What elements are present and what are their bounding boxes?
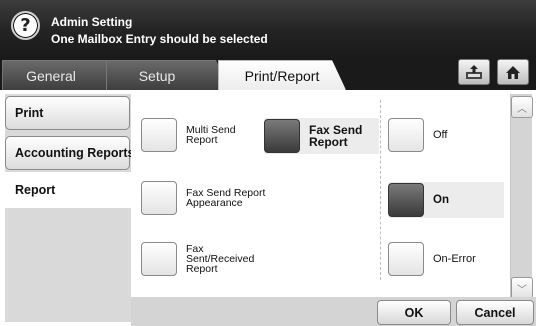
option-label: Fax Send Report	[309, 123, 363, 149]
option-button-selected[interactable]	[264, 119, 300, 153]
option-label: On	[433, 194, 449, 206]
page-title: Admin Setting	[51, 15, 133, 29]
option-on-error[interactable]: On-Error	[388, 242, 513, 276]
chevron-up-icon: ︿	[517, 103, 527, 115]
home-icon	[506, 65, 520, 79]
option-button[interactable]	[141, 181, 177, 215]
option-on[interactable]: On	[388, 182, 504, 218]
option-label: Off	[433, 129, 448, 141]
option-label: On-Error	[433, 253, 476, 265]
scroll-down-button[interactable]: ﹀	[511, 277, 533, 299]
option-label: Fax Send Report Appearance	[186, 187, 266, 209]
chevron-down-icon: ﹀	[517, 284, 527, 296]
tab-setup[interactable]: Setup	[106, 60, 230, 90]
help-icon: ?	[20, 14, 31, 36]
divider	[380, 100, 381, 280]
option-fax-sent-received-report[interactable]: Fax Sent/Received Report	[141, 242, 266, 276]
tray-upload-icon	[466, 65, 482, 79]
option-label: Multi Send Report	[186, 124, 236, 146]
option-button[interactable]	[388, 242, 424, 276]
scroll-up-button[interactable]: ︿	[511, 96, 533, 118]
tray-button[interactable]	[458, 59, 490, 85]
ok-button[interactable]: OK	[377, 300, 451, 325]
cancel-button[interactable]: Cancel	[456, 300, 534, 325]
title-bar: ? Admin Setting One Mailbox Entry should…	[0, 0, 536, 56]
option-fax-send-report-appearance[interactable]: Fax Send Report Appearance	[141, 181, 266, 215]
option-multi-send-report[interactable]: Multi Send Report	[141, 118, 266, 152]
status-message: One Mailbox Entry should be selected	[51, 32, 268, 46]
option-button[interactable]	[141, 242, 177, 276]
option-off[interactable]: Off	[388, 118, 513, 152]
help-button[interactable]: ?	[11, 11, 40, 40]
sidebar-item-print[interactable]: Print	[5, 96, 130, 130]
tab-print-report[interactable]: Print/Report	[218, 60, 346, 90]
sidebar-item-report[interactable]: Report	[5, 172, 131, 208]
option-button-selected[interactable]	[388, 183, 424, 217]
sidebar-item-accounting-reports[interactable]: Accounting Reports	[5, 136, 134, 170]
tab-general[interactable]: General	[2, 60, 122, 90]
option-button[interactable]	[141, 118, 177, 152]
option-fax-send-report[interactable]: Fax Send Report	[264, 118, 379, 154]
option-label: Fax Sent/Received Report	[186, 243, 255, 275]
tab-bar: General Setup Print/Report	[0, 56, 536, 90]
option-button[interactable]	[388, 118, 424, 152]
home-button[interactable]	[497, 59, 529, 85]
scrollbar[interactable]: ︿ ﹀	[510, 94, 533, 301]
